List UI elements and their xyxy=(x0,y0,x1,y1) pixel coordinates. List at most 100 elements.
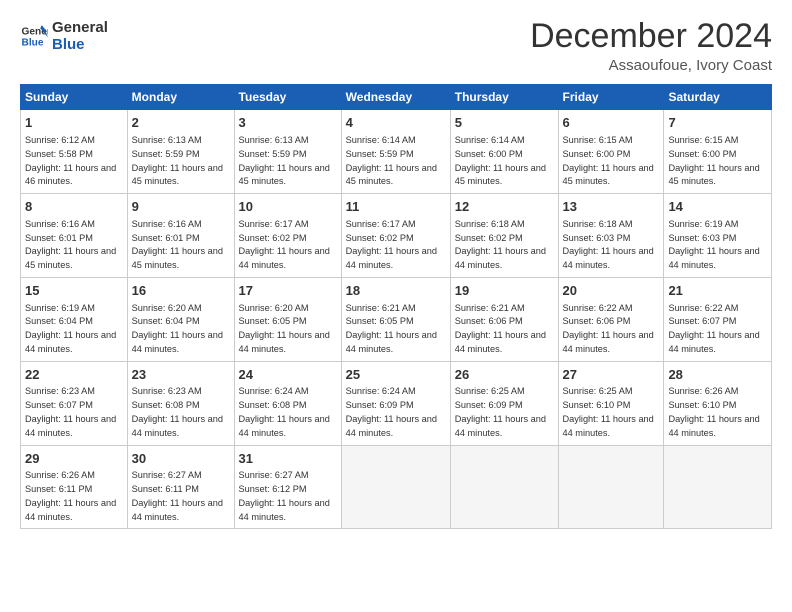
logo: General Blue General Blue xyxy=(20,18,108,53)
table-row: 28Sunrise: 6:26 AMSunset: 6:10 PMDayligh… xyxy=(664,361,772,445)
day-number: 9 xyxy=(132,198,230,216)
day-number: 27 xyxy=(563,366,660,384)
col-wednesday: Wednesday xyxy=(341,85,450,110)
day-info: Sunrise: 6:19 AMSunset: 6:03 PMDaylight:… xyxy=(668,219,759,270)
table-row xyxy=(450,445,558,529)
day-info: Sunrise: 6:14 AMSunset: 6:00 PMDaylight:… xyxy=(455,135,546,186)
day-info: Sunrise: 6:20 AMSunset: 6:04 PMDaylight:… xyxy=(132,303,223,354)
day-number: 12 xyxy=(455,198,554,216)
table-row: 8Sunrise: 6:16 AMSunset: 6:01 PMDaylight… xyxy=(21,194,128,278)
table-row: 5 Sunrise: 6:14 AMSunset: 6:00 PMDaylight… xyxy=(450,110,558,194)
day-info: Sunrise: 6:18 AMSunset: 6:03 PMDaylight:… xyxy=(563,219,654,270)
logo-line1: General xyxy=(52,20,108,37)
header: General Blue General Blue December 2024 … xyxy=(20,18,772,74)
day-info: Sunrise: 6:21 AMSunset: 6:05 PMDaylight:… xyxy=(346,303,437,354)
col-monday: Monday xyxy=(127,85,234,110)
col-saturday: Saturday xyxy=(664,85,772,110)
table-row xyxy=(341,445,450,529)
day-number: 3 xyxy=(239,114,337,132)
day-info: Sunrise: 6:22 AMSunset: 6:07 PMDaylight:… xyxy=(668,303,759,354)
day-info: Sunrise: 6:15 AMSunset: 6:00 PMDaylight:… xyxy=(668,135,759,186)
day-number: 31 xyxy=(239,450,337,468)
day-info: Sunrise: 6:23 AMSunset: 6:08 PMDaylight:… xyxy=(132,386,223,437)
day-number: 5 xyxy=(455,114,554,132)
table-row: 30Sunrise: 6:27 AMSunset: 6:11 PMDayligh… xyxy=(127,445,234,529)
day-number: 18 xyxy=(346,282,446,300)
col-friday: Friday xyxy=(558,85,664,110)
page: General Blue General Blue December 2024 … xyxy=(0,0,792,612)
table-row: 7 Sunrise: 6:15 AMSunset: 6:00 PMDaylight… xyxy=(664,110,772,194)
table-row: 13Sunrise: 6:18 AMSunset: 6:03 PMDayligh… xyxy=(558,194,664,278)
day-number: 10 xyxy=(239,198,337,216)
day-info: Sunrise: 6:20 AMSunset: 6:05 PMDaylight:… xyxy=(239,303,330,354)
logo-icon: General Blue xyxy=(20,22,48,50)
day-number: 11 xyxy=(346,198,446,216)
day-number: 4 xyxy=(346,114,446,132)
day-number: 24 xyxy=(239,366,337,384)
day-number: 21 xyxy=(668,282,767,300)
table-row: 3Sunrise: 6:13 AMSunset: 5:59 PMDaylight… xyxy=(234,110,341,194)
col-thursday: Thursday xyxy=(450,85,558,110)
calendar-header-row: Sunday Monday Tuesday Wednesday Thursday… xyxy=(21,85,772,110)
day-number: 19 xyxy=(455,282,554,300)
day-info: Sunrise: 6:21 AMSunset: 6:06 PMDaylight:… xyxy=(455,303,546,354)
day-info: Sunrise: 6:26 AMSunset: 6:11 PMDaylight:… xyxy=(25,470,116,521)
day-number: 14 xyxy=(668,198,767,216)
table-row: 14 Sunrise: 6:19 AMSunset: 6:03 PMDayligh… xyxy=(664,194,772,278)
table-row: 26 Sunrise: 6:25 AMSunset: 6:09 PMDayligh… xyxy=(450,361,558,445)
svg-text:Blue: Blue xyxy=(22,37,44,48)
day-info: Sunrise: 6:17 AMSunset: 6:02 PMDaylight:… xyxy=(239,219,330,270)
day-number: 15 xyxy=(25,282,123,300)
table-row: 12 Sunrise: 6:18 AMSunset: 6:02 PMDayligh… xyxy=(450,194,558,278)
calendar-week-5: 29Sunrise: 6:26 AMSunset: 6:11 PMDayligh… xyxy=(21,445,772,529)
day-number: 2 xyxy=(132,114,230,132)
day-info: Sunrise: 6:27 AMSunset: 6:11 PMDaylight:… xyxy=(132,470,223,521)
calendar-week-2: 8Sunrise: 6:16 AMSunset: 6:01 PMDaylight… xyxy=(21,194,772,278)
day-info: Sunrise: 6:22 AMSunset: 6:06 PMDaylight:… xyxy=(563,303,654,354)
day-number: 7 xyxy=(668,114,767,132)
table-row: 10 Sunrise: 6:17 AMSunset: 6:02 PMDayligh… xyxy=(234,194,341,278)
calendar-week-4: 22Sunrise: 6:23 AMSunset: 6:07 PMDayligh… xyxy=(21,361,772,445)
main-title: December 2024 xyxy=(530,18,772,55)
day-info: Sunrise: 6:23 AMSunset: 6:07 PMDaylight:… xyxy=(25,386,116,437)
table-row: 2 Sunrise: 6:13 AMSunset: 5:59 PMDaylight… xyxy=(127,110,234,194)
subtitle: Assaoufoue, Ivory Coast xyxy=(530,57,772,74)
table-row: 23Sunrise: 6:23 AMSunset: 6:08 PMDayligh… xyxy=(127,361,234,445)
col-sunday: Sunday xyxy=(21,85,128,110)
day-info: Sunrise: 6:17 AMSunset: 6:02 PMDaylight:… xyxy=(346,219,437,270)
calendar: Sunday Monday Tuesday Wednesday Thursday… xyxy=(20,84,772,529)
day-info: Sunrise: 6:13 AMSunset: 5:59 PMDaylight:… xyxy=(132,135,223,186)
table-row: 21 Sunrise: 6:22 AMSunset: 6:07 PMDayligh… xyxy=(664,277,772,361)
day-number: 20 xyxy=(563,282,660,300)
day-number: 28 xyxy=(668,366,767,384)
day-number: 16 xyxy=(132,282,230,300)
logo-line2: Blue xyxy=(52,37,108,54)
day-info: Sunrise: 6:24 AMSunset: 6:08 PMDaylight:… xyxy=(239,386,330,437)
calendar-week-1: 1Sunrise: 6:12 AMSunset: 5:58 PMDaylight… xyxy=(21,110,772,194)
table-row xyxy=(558,445,664,529)
day-info: Sunrise: 6:14 AMSunset: 5:59 PMDaylight:… xyxy=(346,135,437,186)
table-row: 20 Sunrise: 6:22 AMSunset: 6:06 PMDayligh… xyxy=(558,277,664,361)
day-info: Sunrise: 6:24 AMSunset: 6:09 PMDaylight:… xyxy=(346,386,437,437)
day-info: Sunrise: 6:25 AMSunset: 6:10 PMDaylight:… xyxy=(563,386,654,437)
calendar-week-3: 15Sunrise: 6:19 AMSunset: 6:04 PMDayligh… xyxy=(21,277,772,361)
table-row: 19 Sunrise: 6:21 AMSunset: 6:06 PMDayligh… xyxy=(450,277,558,361)
col-tuesday: Tuesday xyxy=(234,85,341,110)
table-row: 1Sunrise: 6:12 AMSunset: 5:58 PMDaylight… xyxy=(21,110,128,194)
day-info: Sunrise: 6:18 AMSunset: 6:02 PMDaylight:… xyxy=(455,219,546,270)
title-block: December 2024 Assaoufoue, Ivory Coast xyxy=(530,18,772,74)
day-number: 6 xyxy=(563,114,660,132)
day-info: Sunrise: 6:25 AMSunset: 6:09 PMDaylight:… xyxy=(455,386,546,437)
table-row: 18 Sunrise: 6:21 AMSunset: 6:05 PMDayligh… xyxy=(341,277,450,361)
table-row xyxy=(664,445,772,529)
table-row: 6Sunrise: 6:15 AMSunset: 6:00 PMDaylight… xyxy=(558,110,664,194)
table-row: 17Sunrise: 6:20 AMSunset: 6:05 PMDayligh… xyxy=(234,277,341,361)
table-row: 27 Sunrise: 6:25 AMSunset: 6:10 PMDayligh… xyxy=(558,361,664,445)
table-row: 31Sunrise: 6:27 AMSunset: 6:12 PMDayligh… xyxy=(234,445,341,529)
day-info: Sunrise: 6:16 AMSunset: 6:01 PMDaylight:… xyxy=(132,219,223,270)
day-number: 26 xyxy=(455,366,554,384)
day-info: Sunrise: 6:12 AMSunset: 5:58 PMDaylight:… xyxy=(25,135,116,186)
table-row: 11 Sunrise: 6:17 AMSunset: 6:02 PMDayligh… xyxy=(341,194,450,278)
table-row: 25Sunrise: 6:24 AMSunset: 6:09 PMDayligh… xyxy=(341,361,450,445)
table-row: 22Sunrise: 6:23 AMSunset: 6:07 PMDayligh… xyxy=(21,361,128,445)
